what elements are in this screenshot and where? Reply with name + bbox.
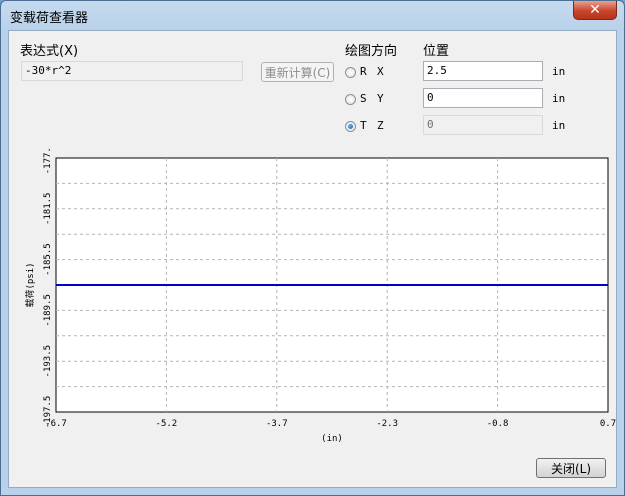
y-tick-label: -189.5 bbox=[43, 294, 53, 327]
x-tick-label: -3.7 bbox=[266, 419, 288, 429]
window-title: 变载荷查看器 bbox=[10, 11, 89, 26]
y-tick-label: -185.5 bbox=[43, 243, 53, 276]
position-label: 位置 bbox=[423, 44, 450, 59]
x-tick-label: 0.7 bbox=[600, 419, 616, 429]
radio-direction-s[interactable] bbox=[345, 94, 356, 105]
load-chart: -6.7 -5.2 -3.7 -2.3 -0.8 0.7-177.5-181.5-185.… bbox=[24, 149, 616, 444]
expression-label: 表达式(X) bbox=[20, 44, 79, 59]
x-tick-label: -5.2 bbox=[156, 419, 178, 429]
y-tick-label: -197.5 bbox=[43, 396, 53, 429]
y-tick-label: -181.5 bbox=[43, 193, 53, 226]
close-button[interactable]: 关闭(L) bbox=[536, 458, 606, 478]
unit-x: in bbox=[552, 65, 566, 78]
position-y-input[interactable]: 0 bbox=[423, 88, 543, 108]
axis-label-y: Y bbox=[377, 92, 384, 105]
y-tick-label: -177.5 bbox=[43, 149, 53, 174]
x-tick-label: -0.8 bbox=[487, 419, 509, 429]
y-axis-label: 载荷(psi) bbox=[24, 262, 36, 307]
close-icon: ✕ bbox=[589, 2, 601, 18]
radio-direction-r[interactable] bbox=[345, 67, 356, 78]
plot-direction-label: 绘图方向 bbox=[345, 44, 398, 59]
unit-z: in bbox=[552, 119, 566, 132]
position-x-input[interactable]: 2.5 bbox=[423, 61, 543, 81]
recalculate-button[interactable]: 重新计算(C) bbox=[261, 62, 334, 82]
radio-label-r: R bbox=[360, 65, 367, 78]
x-axis-label: (in) bbox=[321, 434, 343, 444]
radio-label-s: S bbox=[360, 92, 367, 105]
x-tick-label: -2.3 bbox=[376, 419, 398, 429]
y-tick-label: -193.5 bbox=[43, 345, 53, 378]
expression-field[interactable]: -30*r^2 bbox=[21, 61, 243, 81]
position-z-input: 0 bbox=[423, 115, 543, 135]
radio-direction-t[interactable] bbox=[345, 121, 356, 132]
unit-y: in bbox=[552, 92, 566, 105]
axis-label-x: X bbox=[377, 65, 384, 78]
axis-label-z: Z bbox=[377, 119, 384, 132]
close-window-button[interactable]: ✕ bbox=[573, 1, 617, 20]
dialog-client-area: 表达式(X) -30*r^2 重新计算(C) 绘图方向 位置 R X 2.5 i… bbox=[8, 30, 617, 488]
title-bar[interactable]: 变载荷查看器 ✕ bbox=[1, 1, 624, 29]
radio-label-t: T bbox=[360, 119, 367, 132]
dialog-window: 变载荷查看器 ✕ 表达式(X) -30*r^2 重新计算(C) 绘图方向 位置 … bbox=[0, 0, 625, 496]
